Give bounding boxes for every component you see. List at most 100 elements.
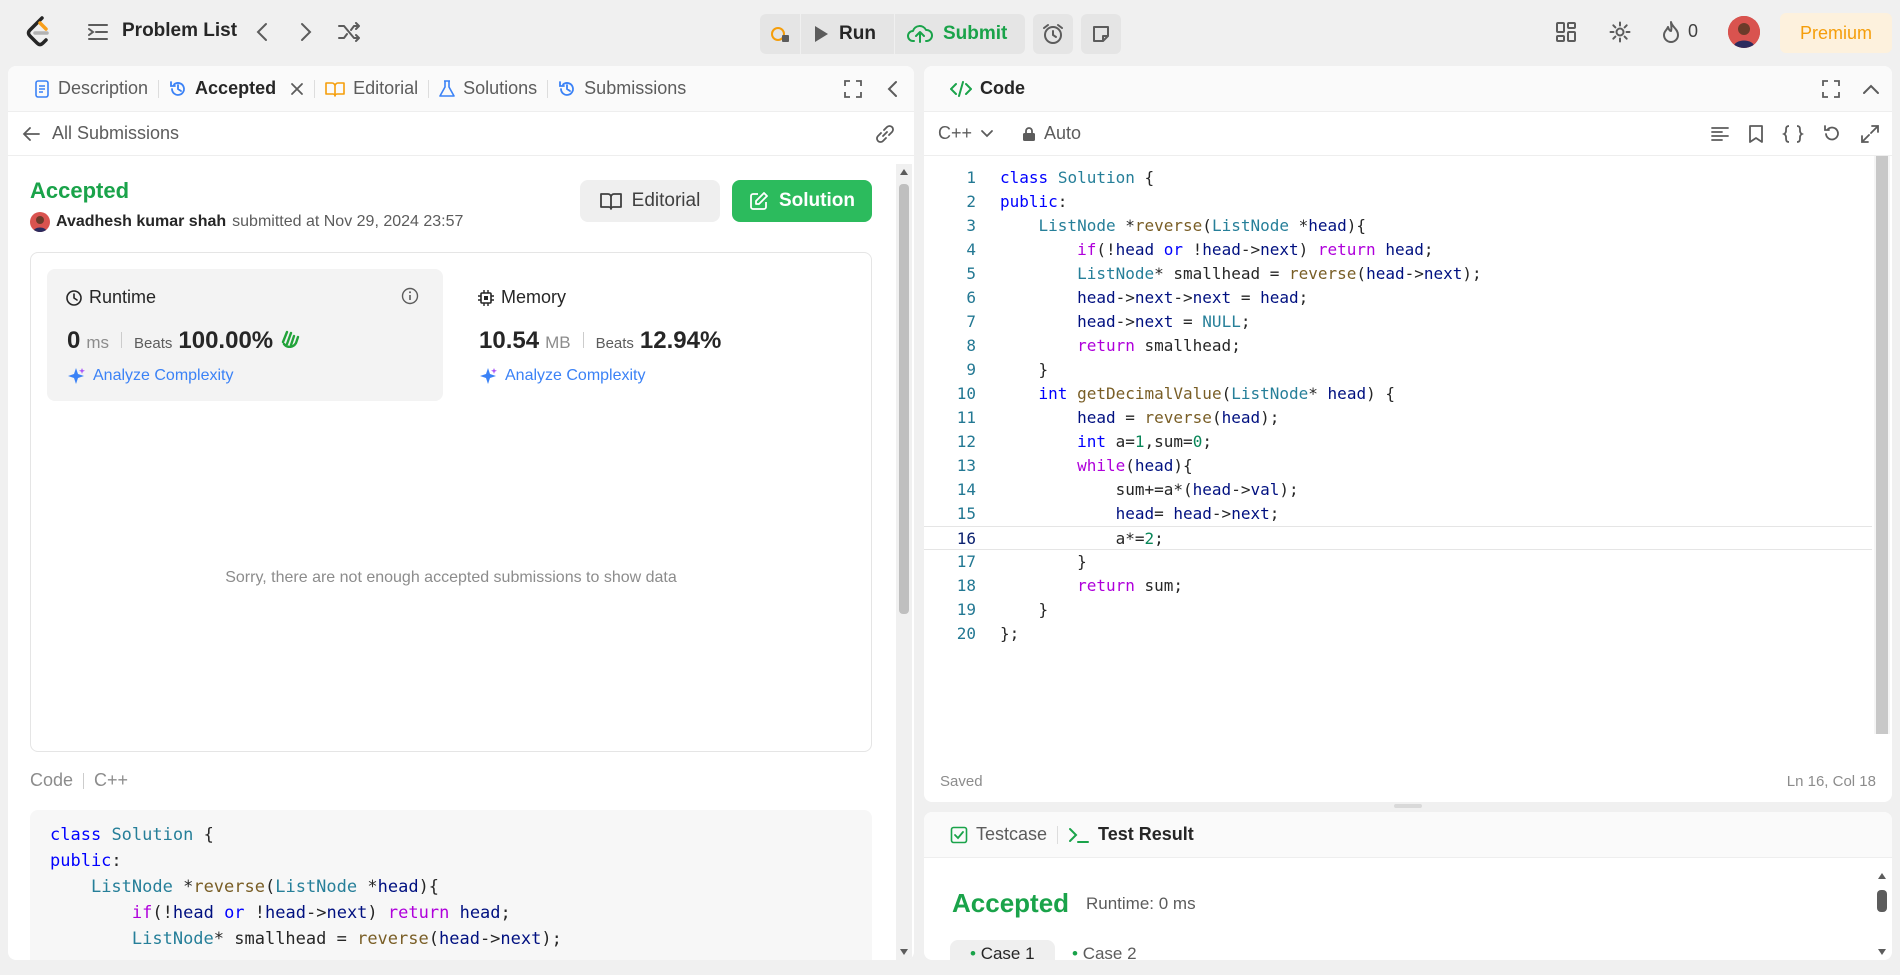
code-line[interactable]: 14 sum+=a*(head->val); (924, 478, 1872, 502)
line-number: 18 (956, 576, 976, 595)
close-icon[interactable] (290, 82, 304, 96)
chevron-right-icon[interactable] (294, 20, 318, 44)
shuffle-icon[interactable] (336, 20, 362, 44)
code-line[interactable]: 5 ListNode* smallhead = reverse(head->ne… (924, 262, 1872, 286)
code-line[interactable]: 2 public: (924, 190, 1872, 214)
maximize-icon[interactable] (1822, 80, 1840, 103)
left-scrollbar[interactable] (896, 164, 912, 960)
memory-title: Memory (477, 287, 566, 308)
resize-handle[interactable] (1394, 804, 1422, 808)
editor-scroll-thumb[interactable] (1876, 156, 1888, 734)
layout-grid-icon[interactable] (1554, 20, 1578, 44)
auto-mode-toggle[interactable]: Auto (1022, 123, 1081, 144)
runtime-card[interactable]: Runtime 0 ms Beats 100.00% Analyze Compl… (47, 269, 443, 401)
code-line[interactable]: 7 head->next = NULL; (924, 310, 1872, 334)
problem-list-icon[interactable] (86, 20, 110, 44)
collapse-left-icon[interactable] (886, 80, 898, 103)
chevron-left-icon[interactable] (250, 20, 274, 44)
code-line[interactable]: 19 } (924, 598, 1872, 622)
code-line[interactable]: 17 } (924, 550, 1872, 574)
test-status: Accepted (952, 888, 1070, 918)
chevron-up-icon[interactable] (1862, 80, 1880, 100)
code-line[interactable]: 9 } (924, 358, 1872, 382)
all-submissions-label: All Submissions (52, 123, 180, 143)
case-tab-1[interactable]: • Case 1 (950, 940, 1055, 960)
editorial-button[interactable]: Editorial (580, 180, 720, 222)
expand-icon[interactable] (1860, 124, 1880, 144)
edit-icon (750, 192, 768, 210)
all-submissions-link[interactable]: All Submissions (22, 123, 179, 144)
tab-description[interactable]: Description (24, 78, 158, 99)
tab-accepted[interactable]: Accepted (159, 78, 314, 99)
case-tab-2[interactable]: • Case 2 (1052, 940, 1157, 960)
debug-icon[interactable] (760, 14, 800, 54)
runtime-title: Runtime (65, 287, 156, 308)
code-icon (950, 80, 972, 97)
submitter-name[interactable]: Avadhesh kumar shah (56, 213, 226, 231)
line-content: } (1000, 600, 1049, 619)
code-line[interactable]: 3 ListNode *reverse(ListNode *head){ (924, 214, 1872, 238)
editor-actions (1710, 124, 1880, 144)
code-line[interactable]: 16 a*=2; (924, 526, 1872, 550)
line-content: head->next->next = head; (1077, 288, 1309, 307)
tab-editorial[interactable]: Editorial (315, 78, 428, 99)
tab-test-result[interactable]: Test Result (1058, 824, 1204, 845)
clock-icon (66, 289, 82, 306)
tab-solutions[interactable]: Solutions (429, 78, 547, 99)
line-content: while(head){ (1077, 456, 1193, 475)
format-lines-icon[interactable] (1710, 124, 1730, 144)
code-line[interactable]: 11 head = reverse(head); (924, 406, 1872, 430)
test-scrollbar[interactable] (1874, 868, 1890, 960)
line-number: 10 (956, 384, 976, 403)
analyze-complexity-memory[interactable]: Analyze Complexity (479, 367, 646, 385)
submitter-avatar[interactable] (30, 212, 50, 232)
left-scroll-thumb[interactable] (899, 184, 909, 614)
code-line[interactable]: 4 if(!head or !head->next) return head; (924, 238, 1872, 262)
tab-submissions[interactable]: Submissions (548, 78, 696, 99)
tab-testcase[interactable]: Testcase (940, 824, 1057, 845)
braces-icon[interactable] (1782, 124, 1804, 144)
code-line[interactable]: 1 class Solution { (924, 166, 1872, 190)
timer-button[interactable] (1033, 14, 1074, 54)
note-icon (1093, 26, 1110, 42)
line-number: 2 (966, 192, 976, 211)
maximize-icon[interactable] (844, 80, 862, 103)
run-label: Run (839, 23, 876, 44)
premium-button[interactable]: Premium (1780, 13, 1892, 53)
reset-icon[interactable] (1822, 124, 1842, 144)
code-line[interactable]: 13 while(head){ (924, 454, 1872, 478)
code-editor[interactable]: 1 class Solution {2 public: 3 ListNode *rev… (924, 156, 1892, 736)
test-scroll-thumb[interactable] (1877, 890, 1887, 912)
code-line[interactable]: 6 head->next->next = head; (924, 286, 1872, 310)
notes-button[interactable] (1081, 14, 1122, 54)
line-number: 16 (956, 529, 976, 548)
line-number: 3 (966, 216, 976, 235)
analyze-complexity-runtime[interactable]: Analyze Complexity (67, 367, 234, 385)
info-icon[interactable] (401, 287, 419, 310)
submit-button[interactable]: Submit (895, 14, 1025, 54)
fire-streak-icon[interactable] (1660, 20, 1682, 44)
user-avatar[interactable] (1728, 16, 1760, 48)
bookmark-icon[interactable] (1748, 124, 1764, 144)
tab-code[interactable]: Code (940, 78, 1035, 99)
editor-scrollbar[interactable] (1874, 156, 1890, 734)
leetcode-logo[interactable] (24, 16, 54, 48)
code-line[interactable]: 15 head= head->next; (924, 502, 1872, 526)
play-icon (815, 26, 828, 42)
checkbox-icon (950, 826, 968, 843)
code-line[interactable]: 10 int getDecimalValue(ListNode* head) { (924, 382, 1872, 406)
link-icon[interactable] (874, 124, 896, 149)
run-button[interactable]: Run (801, 14, 894, 54)
memory-card[interactable]: Memory 10.54 MB Beats 12.94% Analyze Com… (459, 269, 855, 401)
code-line[interactable]: 20}; (924, 622, 1872, 646)
problem-list-link[interactable]: Problem List (122, 20, 237, 42)
gear-icon[interactable] (1608, 20, 1632, 44)
code-line[interactable]: 8 return smallhead; (924, 334, 1872, 358)
alarm-clock-icon (1043, 24, 1064, 44)
code-line[interactable]: 18 return sum; (924, 574, 1872, 598)
language-selector[interactable]: C++ (938, 123, 994, 144)
code-line[interactable]: 12 int a=1,sum=0; (924, 430, 1872, 454)
solution-button[interactable]: Solution (732, 180, 872, 222)
submitted-at: submitted at Nov 29, 2024 23:57 (232, 213, 464, 230)
flask-icon (439, 79, 455, 97)
